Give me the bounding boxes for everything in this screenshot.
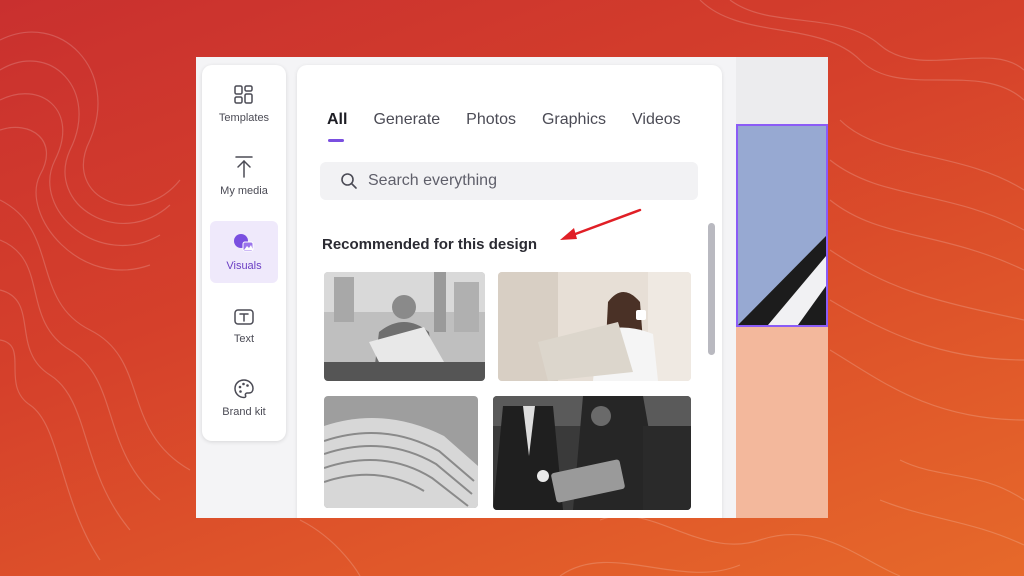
- text-icon: [234, 309, 254, 325]
- tab-generate[interactable]: Generate: [373, 111, 440, 129]
- image-thumbnail-folded-newspapers[interactable]: [324, 396, 478, 508]
- annotation-arrow-icon: [560, 208, 642, 240]
- app-window: Templates My media Visuals Text Brand ki…: [196, 57, 828, 518]
- selected-design-element[interactable]: [736, 124, 828, 327]
- sidebar-item-label: My media: [220, 185, 268, 197]
- design-canvas-area: [736, 57, 828, 518]
- photo-image: [324, 396, 478, 508]
- visuals-icon: [234, 234, 254, 252]
- sidebar-item-text[interactable]: Text: [210, 295, 278, 357]
- search-box: [320, 162, 698, 200]
- sidebar-item-brand-kit[interactable]: Brand kit: [210, 367, 278, 429]
- sidebar-item-my-media[interactable]: My media: [210, 145, 278, 207]
- sidebar-item-label: Brand kit: [222, 406, 266, 418]
- tab-bar: All Generate Photos Graphics Videos: [327, 111, 707, 142]
- image-thumbnail-cafe-newspaper[interactable]: [324, 272, 485, 381]
- photo-image: [498, 272, 691, 381]
- photo-image: [493, 396, 691, 510]
- tab-graphics[interactable]: Graphics: [542, 111, 606, 129]
- sidebar-item-label: Text: [233, 333, 255, 345]
- tab-videos[interactable]: Videos: [632, 111, 681, 129]
- sidebar-item-label: Templates: [218, 112, 270, 124]
- sidebar-item-visuals[interactable]: Visuals: [210, 221, 278, 283]
- tab-photos[interactable]: Photos: [466, 111, 516, 129]
- search-icon: [341, 173, 357, 189]
- upload-icon: [235, 156, 253, 178]
- panel-scrollbar[interactable]: [708, 223, 715, 355]
- sidebar-item-label: Visuals: [226, 260, 262, 272]
- left-nav-rail: Templates My media Visuals Text Brand ki…: [202, 65, 286, 441]
- image-thumbnail-business-meeting[interactable]: [493, 396, 691, 510]
- tab-all[interactable]: All: [327, 111, 347, 142]
- visuals-panel: All Generate Photos Graphics Videos Reco…: [297, 65, 722, 518]
- templates-icon: [234, 85, 253, 104]
- section-title: Recommended for this design: [322, 236, 538, 253]
- palette-icon: [234, 379, 254, 399]
- photo-image: [324, 272, 485, 381]
- image-thumbnail-woman-coffee-newspaper[interactable]: [498, 272, 691, 381]
- search-input[interactable]: [366, 171, 670, 191]
- design-graphic: [738, 236, 826, 325]
- sidebar-item-templates[interactable]: Templates: [210, 73, 278, 135]
